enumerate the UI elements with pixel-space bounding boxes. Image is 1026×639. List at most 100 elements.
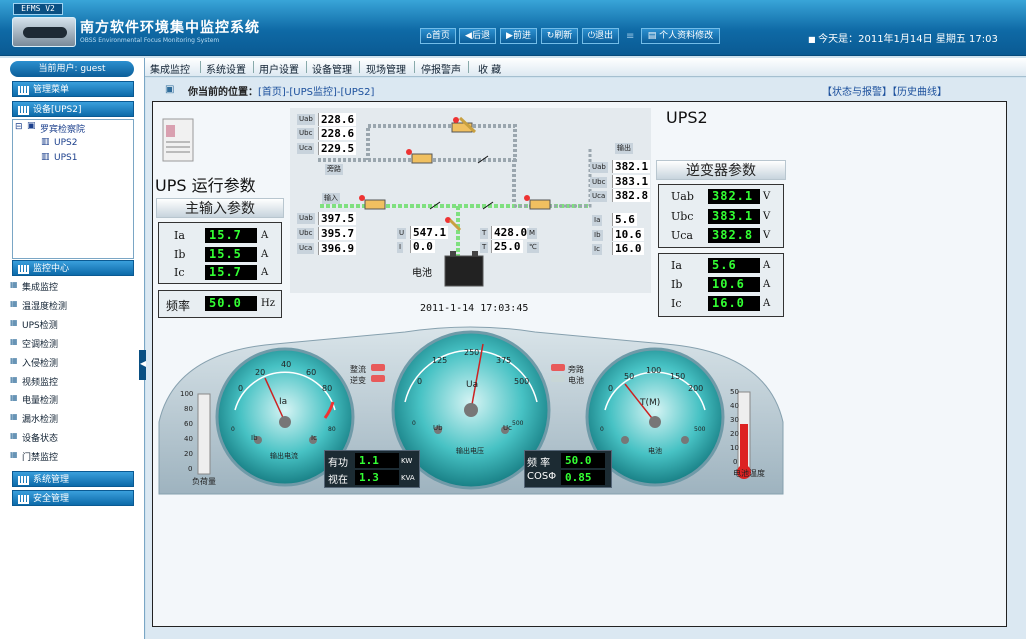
battery-gauge-tick: 150 bbox=[670, 372, 686, 381]
security-management-header[interactable]: 安全管理 bbox=[12, 490, 134, 506]
nav-integrated-monitoring[interactable]: 集成监控 bbox=[10, 280, 58, 293]
voltage-gauge-subtick: 0 bbox=[412, 420, 416, 427]
rectifier-indicator bbox=[371, 364, 385, 371]
battery-gauge-tick: 0 bbox=[608, 384, 614, 393]
menu-separator bbox=[414, 61, 415, 73]
current-gauge-name: Ia bbox=[279, 397, 288, 407]
current-gauge-tick: 0 bbox=[238, 384, 244, 393]
unit: A bbox=[261, 267, 269, 278]
output-ib-label: Ib bbox=[592, 230, 603, 241]
battery-temp-tick: 10 bbox=[730, 444, 739, 452]
frequency-label: 频率 bbox=[166, 299, 191, 313]
folder-icon: ▣ bbox=[27, 121, 36, 131]
sidebar-toggle[interactable]: ◀ bbox=[139, 350, 146, 380]
nav-temperature-humidity[interactable]: 温湿度检测 bbox=[10, 299, 67, 312]
inverter-indicator-label: 逆变 bbox=[350, 376, 366, 385]
logout-button[interactable]: ⏻退出 bbox=[582, 28, 619, 44]
load-tick: 20 bbox=[184, 450, 193, 458]
battery-gauge-tick: 50 bbox=[624, 372, 635, 381]
nav-video-monitoring[interactable]: 视频监控 bbox=[10, 375, 58, 388]
battery-temp-tick: 50 bbox=[730, 388, 739, 396]
menu-separator bbox=[359, 61, 360, 73]
home-button[interactable]: ⌂首页 bbox=[420, 28, 456, 44]
unit: A bbox=[763, 279, 771, 290]
bypass-uca-value: 229.5 bbox=[318, 142, 357, 155]
run-params-title: UPS 运行参数 bbox=[155, 176, 256, 195]
refresh-button[interactable]: ↻刷新 bbox=[541, 28, 578, 44]
back-icon: ◀ bbox=[465, 31, 472, 41]
diagram-timestamp: 2011-1-14 17:03:45 bbox=[420, 303, 529, 314]
nav-power-detection[interactable]: 电量检测 bbox=[10, 393, 58, 406]
dc-current-label: I bbox=[397, 242, 404, 253]
voltage-gauge-sub-left: Ub bbox=[433, 424, 443, 432]
menu-site-management[interactable]: 现场管理 bbox=[366, 61, 406, 76]
tree-collapse-icon[interactable]: ⊟ bbox=[15, 122, 23, 132]
load-tick: 100 bbox=[180, 390, 194, 398]
inverter-title: 逆变器参数 bbox=[656, 160, 786, 180]
menu-favorites[interactable]: 收 藏 bbox=[478, 61, 501, 76]
ups-icon: ▥ bbox=[41, 152, 50, 162]
device-name: UPS2 bbox=[666, 108, 708, 127]
inverter-uca-value: 382.8 bbox=[708, 228, 760, 243]
output-ia-value: 5.6 bbox=[612, 213, 637, 226]
current-gauge-sub-left: Ib bbox=[251, 434, 258, 442]
back-button[interactable]: ◀后退 bbox=[459, 28, 496, 44]
inverter-uca-label: Uca bbox=[671, 229, 693, 242]
nav-intrusion-detection[interactable]: 入侵检测 bbox=[10, 356, 58, 369]
location-icon: ▣ bbox=[165, 84, 175, 95]
breadcrumb-path[interactable]: [首页]-[UPS监控]-[UPS2] bbox=[258, 87, 374, 98]
inverter-ic-label: Ic bbox=[671, 297, 682, 310]
battery-temp-tick: 30 bbox=[730, 416, 739, 424]
current-gauge-caption: 输出电流 bbox=[270, 452, 298, 460]
inverter-uab-label: Uab bbox=[671, 190, 694, 203]
load-label: 负荷量 bbox=[192, 477, 216, 486]
menu-integrated-monitoring[interactable]: 集成监控 bbox=[150, 61, 190, 76]
nav-air-conditioning[interactable]: 空调检测 bbox=[10, 337, 58, 350]
input-uca-label: Uca bbox=[297, 243, 315, 254]
monitor-center-header[interactable]: 监控中心 bbox=[12, 260, 134, 276]
bypass-uab-label: Uab bbox=[297, 114, 315, 125]
unit: V bbox=[763, 230, 771, 241]
breadcrumb: 你当前的位置：[首页]-[UPS监控]-[UPS2] bbox=[188, 87, 375, 98]
main-input-ia-value: 15.7 bbox=[205, 228, 257, 243]
nav-ups-detection[interactable]: UPS检测 bbox=[10, 318, 58, 331]
system-management-header[interactable]: 系统管理 bbox=[12, 471, 134, 487]
nav-access-control[interactable]: 门禁监控 bbox=[10, 450, 58, 463]
output-ubc-label: Ubc bbox=[590, 177, 608, 188]
divider-icon: ≡ bbox=[626, 31, 635, 42]
nav-water-leak[interactable]: 漏水检测 bbox=[10, 412, 58, 425]
main-input-title: 主输入参数 bbox=[156, 198, 284, 218]
unit: A bbox=[261, 249, 269, 260]
main-input-ib-value: 15.5 bbox=[205, 247, 257, 262]
device-section-header[interactable]: 设备[UPS2] bbox=[12, 101, 134, 117]
voltage-gauge-tick: 250 bbox=[464, 348, 480, 357]
status-history-links[interactable]: 【状态与报警】【历史曲线】 bbox=[822, 83, 947, 98]
forward-button[interactable]: ▶前进 bbox=[500, 28, 537, 44]
voltage-gauge-tick: 500 bbox=[514, 377, 530, 386]
output-ic-value: 16.0 bbox=[612, 242, 644, 255]
tree-node-ups1[interactable]: UPS1 bbox=[54, 153, 77, 163]
tree-node-ups2[interactable]: UPS2 bbox=[54, 138, 77, 148]
battery-temp-tick: 20 bbox=[730, 430, 739, 438]
battery-gauge-tick: 200 bbox=[688, 384, 704, 393]
input-label: 输入 bbox=[322, 193, 340, 204]
menu-device-management[interactable]: 设备管理 bbox=[312, 61, 352, 76]
menu-mute-alarm[interactable]: 停报警声 bbox=[421, 61, 461, 76]
profile-edit-button[interactable]: ▤ 个人资料修改 bbox=[641, 28, 720, 44]
battery-temp-tick: 0 bbox=[733, 458, 738, 466]
dash-frequency-label: 频 率 bbox=[527, 458, 551, 469]
menu-system-settings[interactable]: 系统设置 bbox=[206, 61, 246, 76]
bypass-ubc-label: Ubc bbox=[297, 128, 315, 139]
management-menu-header[interactable]: 管理菜单 bbox=[12, 81, 134, 97]
output-uab-value: 382.1 bbox=[612, 160, 651, 173]
nav-device-status[interactable]: 设备状态 bbox=[10, 431, 58, 444]
inverter-indicator bbox=[371, 375, 385, 382]
unit: A bbox=[763, 298, 771, 309]
battery-indicator bbox=[551, 375, 565, 382]
tree-root-node[interactable]: 罗宾检察院 bbox=[40, 122, 85, 135]
forward-icon: ▶ bbox=[506, 31, 513, 41]
menu-user-settings[interactable]: 用户设置 bbox=[259, 61, 299, 76]
apparent-power-value: 1.3 bbox=[355, 470, 399, 485]
current-gauge-subtick: 80 bbox=[328, 426, 336, 433]
battery-gauge-name: T(M) bbox=[640, 398, 661, 408]
